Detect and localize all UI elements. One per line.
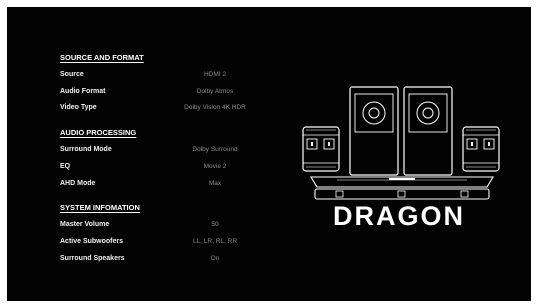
source-value: HDMI 2 bbox=[203, 71, 227, 78]
speaker-system-illustration bbox=[302, 86, 500, 200]
soundbar-icon bbox=[310, 176, 494, 200]
section-header-source-format: SOURCE AND FORMAT bbox=[60, 53, 144, 62]
info-screen: SOURCE AND FORMAT Source HDMI 2 Audio Fo… bbox=[7, 7, 531, 301]
video-type-value: Dolby Vision 4K HDR bbox=[184, 104, 246, 111]
section-header-system-information: SYSTEM INFOMATION bbox=[60, 203, 140, 212]
eq-value: Movie 2 bbox=[203, 163, 227, 170]
brand-logo: DRAGON bbox=[333, 201, 465, 231]
active-subwoofers-label: Active Subwoofers bbox=[60, 238, 124, 245]
source-label: Source bbox=[60, 71, 84, 78]
surround-mode-value: Dolby Surround bbox=[192, 146, 238, 153]
video-type-label: Video Type bbox=[60, 104, 97, 111]
surround-speakers-value: On bbox=[210, 255, 220, 262]
audio-format-value: Dolby Atmos bbox=[196, 88, 234, 95]
surround-speakers-label: Surround Speakers bbox=[60, 255, 125, 262]
active-subwoofers-value: LL, LR, RL, RR bbox=[192, 238, 238, 245]
audio-format-label: Audio Format bbox=[60, 88, 106, 95]
left-surround-speaker-icon bbox=[302, 126, 340, 172]
master-volume-label: Master Volume bbox=[60, 221, 110, 228]
ahd-mode-value: Max bbox=[208, 180, 222, 187]
left-main-speaker-icon bbox=[349, 86, 399, 176]
section-header-audio-processing: AUDIO PROCESSING bbox=[60, 128, 137, 137]
ahd-mode-label: AHD Mode bbox=[60, 180, 96, 187]
surround-mode-label: Surround Mode bbox=[60, 146, 112, 153]
right-main-speaker-icon bbox=[403, 86, 453, 176]
master-volume-value: 50 bbox=[211, 221, 219, 228]
right-surround-speaker-icon bbox=[462, 126, 500, 172]
eq-label: EQ bbox=[60, 163, 71, 170]
